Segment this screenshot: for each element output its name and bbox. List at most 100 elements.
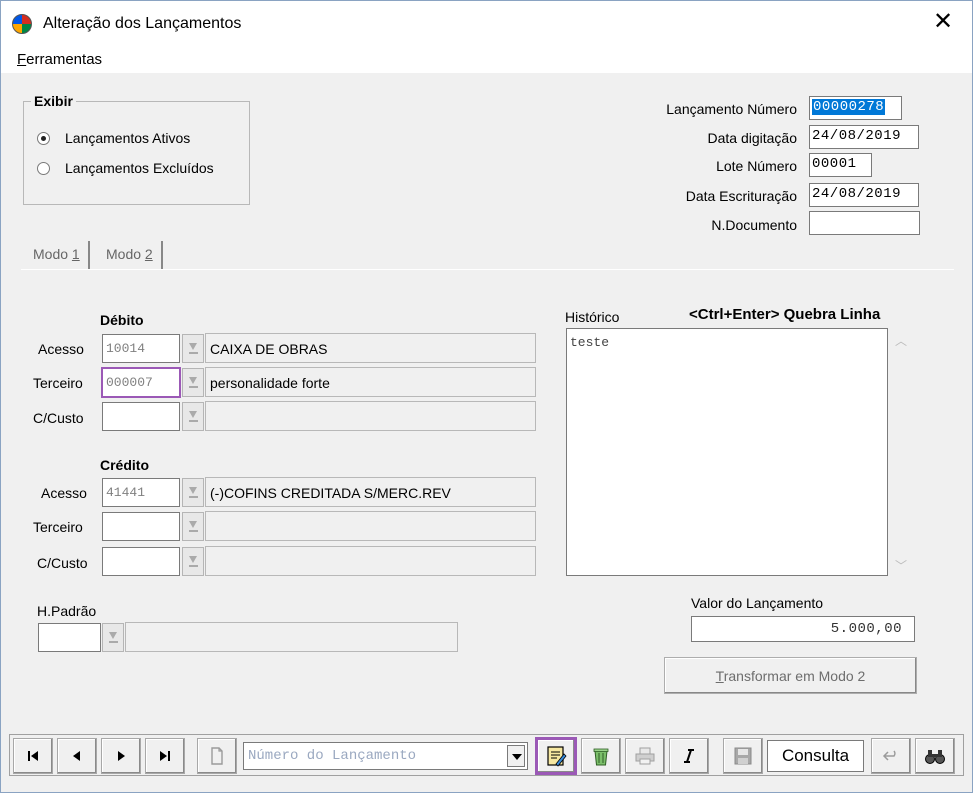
app-icon xyxy=(12,14,32,34)
lancamento-numero-field[interactable]: 00000278 xyxy=(809,96,902,120)
save-button[interactable] xyxy=(723,738,763,774)
menu-ferramentas-accel: F xyxy=(17,51,27,68)
radio-lancamentos-ativos[interactable]: Lançamentos Ativos xyxy=(37,129,190,147)
radio-excluidos-label: Lançamentos Excluídos xyxy=(65,160,214,176)
quebra-linha-hint: <Ctrl+Enter> Quebra Linha xyxy=(689,306,881,323)
debito-ccusto-lookup-icon[interactable] xyxy=(182,402,204,431)
tab-modo-1[interactable]: Modo 1 xyxy=(25,241,90,269)
last-record-button[interactable] xyxy=(145,738,185,774)
data-escrituracao-field[interactable]: 24/08/2019 xyxy=(809,183,919,207)
hpadrao-code[interactable] xyxy=(38,623,101,652)
data-digitacao-field[interactable]: 24/08/2019 xyxy=(809,125,919,149)
radio-unchecked-icon[interactable] xyxy=(37,161,50,175)
credito-acesso-code[interactable]: 41441 xyxy=(102,478,180,507)
new-document-icon xyxy=(211,747,223,765)
window-title: Alteração dos Lançamentos xyxy=(43,15,242,32)
debito-ccusto-label: C/Custo xyxy=(33,410,84,426)
scroll-down-icon[interactable]: ﹀ xyxy=(895,557,907,574)
credito-title: Crédito xyxy=(100,457,149,473)
historico-label: Histórico xyxy=(565,309,620,325)
italic-icon xyxy=(684,749,694,763)
delete-button[interactable] xyxy=(581,738,621,774)
transformar-modo-2-button[interactable]: Transformar em Modo 2 xyxy=(664,657,917,694)
italic-button[interactable] xyxy=(669,738,709,774)
n-documento-field[interactable] xyxy=(809,211,920,235)
credito-acesso-desc: (-)COFINS CREDITADA S/MERC.REV xyxy=(205,477,536,507)
debito-acesso-code[interactable]: 10014 xyxy=(102,334,180,363)
debito-terceiro-desc: personalidade forte xyxy=(205,367,536,397)
historico-textarea[interactable]: teste xyxy=(566,328,888,576)
menu-bar: Ferramentas xyxy=(1,45,972,73)
next-record-icon xyxy=(118,751,125,761)
last-record-icon xyxy=(160,751,170,761)
credito-acesso-label: Acesso xyxy=(41,485,87,501)
numero-lancamento-combo[interactable]: Número do Lançamento xyxy=(243,742,528,770)
debito-terceiro-lookup-icon[interactable] xyxy=(182,368,204,397)
debito-acesso-desc: CAIXA DE OBRAS xyxy=(205,333,536,363)
transformar-accel: T xyxy=(715,668,724,684)
first-record-button[interactable] xyxy=(13,738,53,774)
tab-modo-2[interactable]: Modo 2 xyxy=(98,241,163,269)
undo-icon xyxy=(882,750,896,761)
prev-record-icon xyxy=(73,751,80,761)
status-display: Consulta xyxy=(767,740,864,772)
credito-ccusto-desc xyxy=(205,546,536,576)
credito-acesso-lookup-icon[interactable] xyxy=(182,478,204,507)
menu-ferramentas[interactable]: Ferramentas xyxy=(17,51,102,68)
data-escrituracao-label: Data Escrituração xyxy=(685,188,797,204)
main-window: Alteração dos Lançamentos ✕ Ferramentas … xyxy=(0,0,973,793)
lancamento-numero-label: Lançamento Número xyxy=(666,101,797,117)
hpadrao-lookup-icon[interactable] xyxy=(102,623,124,652)
debito-acesso-lookup-icon[interactable] xyxy=(182,334,204,363)
radio-lancamentos-excluidos[interactable]: Lançamentos Excluídos xyxy=(37,159,214,177)
lote-numero-label: Lote Número xyxy=(716,158,797,174)
debito-terceiro-code[interactable]: 000007 xyxy=(101,367,181,398)
floppy-disk-icon xyxy=(734,747,752,765)
debito-ccusto-desc xyxy=(205,401,536,431)
print-button[interactable] xyxy=(625,738,665,774)
valor-field[interactable]: 5.000,00 xyxy=(691,616,915,642)
combo-dropdown-icon[interactable] xyxy=(507,745,525,767)
trash-bin-icon xyxy=(593,748,609,766)
lote-numero-field[interactable]: 00001 xyxy=(809,153,872,177)
new-document-button[interactable] xyxy=(197,738,237,774)
title-bar: Alteração dos Lançamentos ✕ xyxy=(1,1,972,45)
tab-modo-2-accel: 2 xyxy=(144,246,153,262)
tab-modo-2-text: Modo xyxy=(106,246,145,262)
credito-ccusto-code[interactable] xyxy=(102,547,180,576)
search-button[interactable] xyxy=(915,738,955,774)
undo-button[interactable] xyxy=(871,738,911,774)
radio-ativos-label: Lançamentos Ativos xyxy=(65,130,191,146)
prev-record-button[interactable] xyxy=(57,738,97,774)
credito-terceiro-lookup-icon[interactable] xyxy=(182,512,204,541)
n-documento-label: N.Documento xyxy=(711,217,797,233)
debito-ccusto-code[interactable] xyxy=(102,402,180,431)
edit-document-icon xyxy=(547,746,567,767)
debito-terceiro-label: Terceiro xyxy=(33,375,83,391)
close-button[interactable]: ✕ xyxy=(929,10,957,34)
debito-title: Débito xyxy=(100,312,144,328)
edit-document-button[interactable] xyxy=(535,737,577,775)
binoculars-icon xyxy=(925,750,945,764)
menu-ferramentas-rest: erramentas xyxy=(26,51,103,68)
credito-ccusto-lookup-icon[interactable] xyxy=(182,547,204,576)
credito-terceiro-desc xyxy=(205,511,536,541)
lancamento-numero-value: 00000278 xyxy=(812,99,886,115)
printer-icon xyxy=(635,747,655,765)
credito-ccusto-label: C/Custo xyxy=(37,555,88,571)
valor-label: Valor do Lançamento xyxy=(691,595,824,611)
tab-modo-1-accel: 1 xyxy=(71,246,80,262)
hpadrao-label: H.Padrão xyxy=(37,603,97,619)
scroll-up-icon[interactable]: ︿ xyxy=(895,332,907,349)
data-digitacao-label: Data digitação xyxy=(707,130,797,146)
hpadrao-desc xyxy=(125,622,458,652)
transformar-rest: ransformar em Modo 2 xyxy=(723,668,866,684)
debito-acesso-label: Acesso xyxy=(38,341,84,357)
first-record-icon xyxy=(28,751,38,761)
exibir-groupbox xyxy=(23,101,250,205)
radio-checked-icon[interactable] xyxy=(37,131,50,145)
tab-modo-1-text: Modo xyxy=(33,246,72,262)
exibir-group-title: Exibir xyxy=(31,93,76,109)
credito-terceiro-code[interactable] xyxy=(102,512,180,541)
next-record-button[interactable] xyxy=(101,738,141,774)
